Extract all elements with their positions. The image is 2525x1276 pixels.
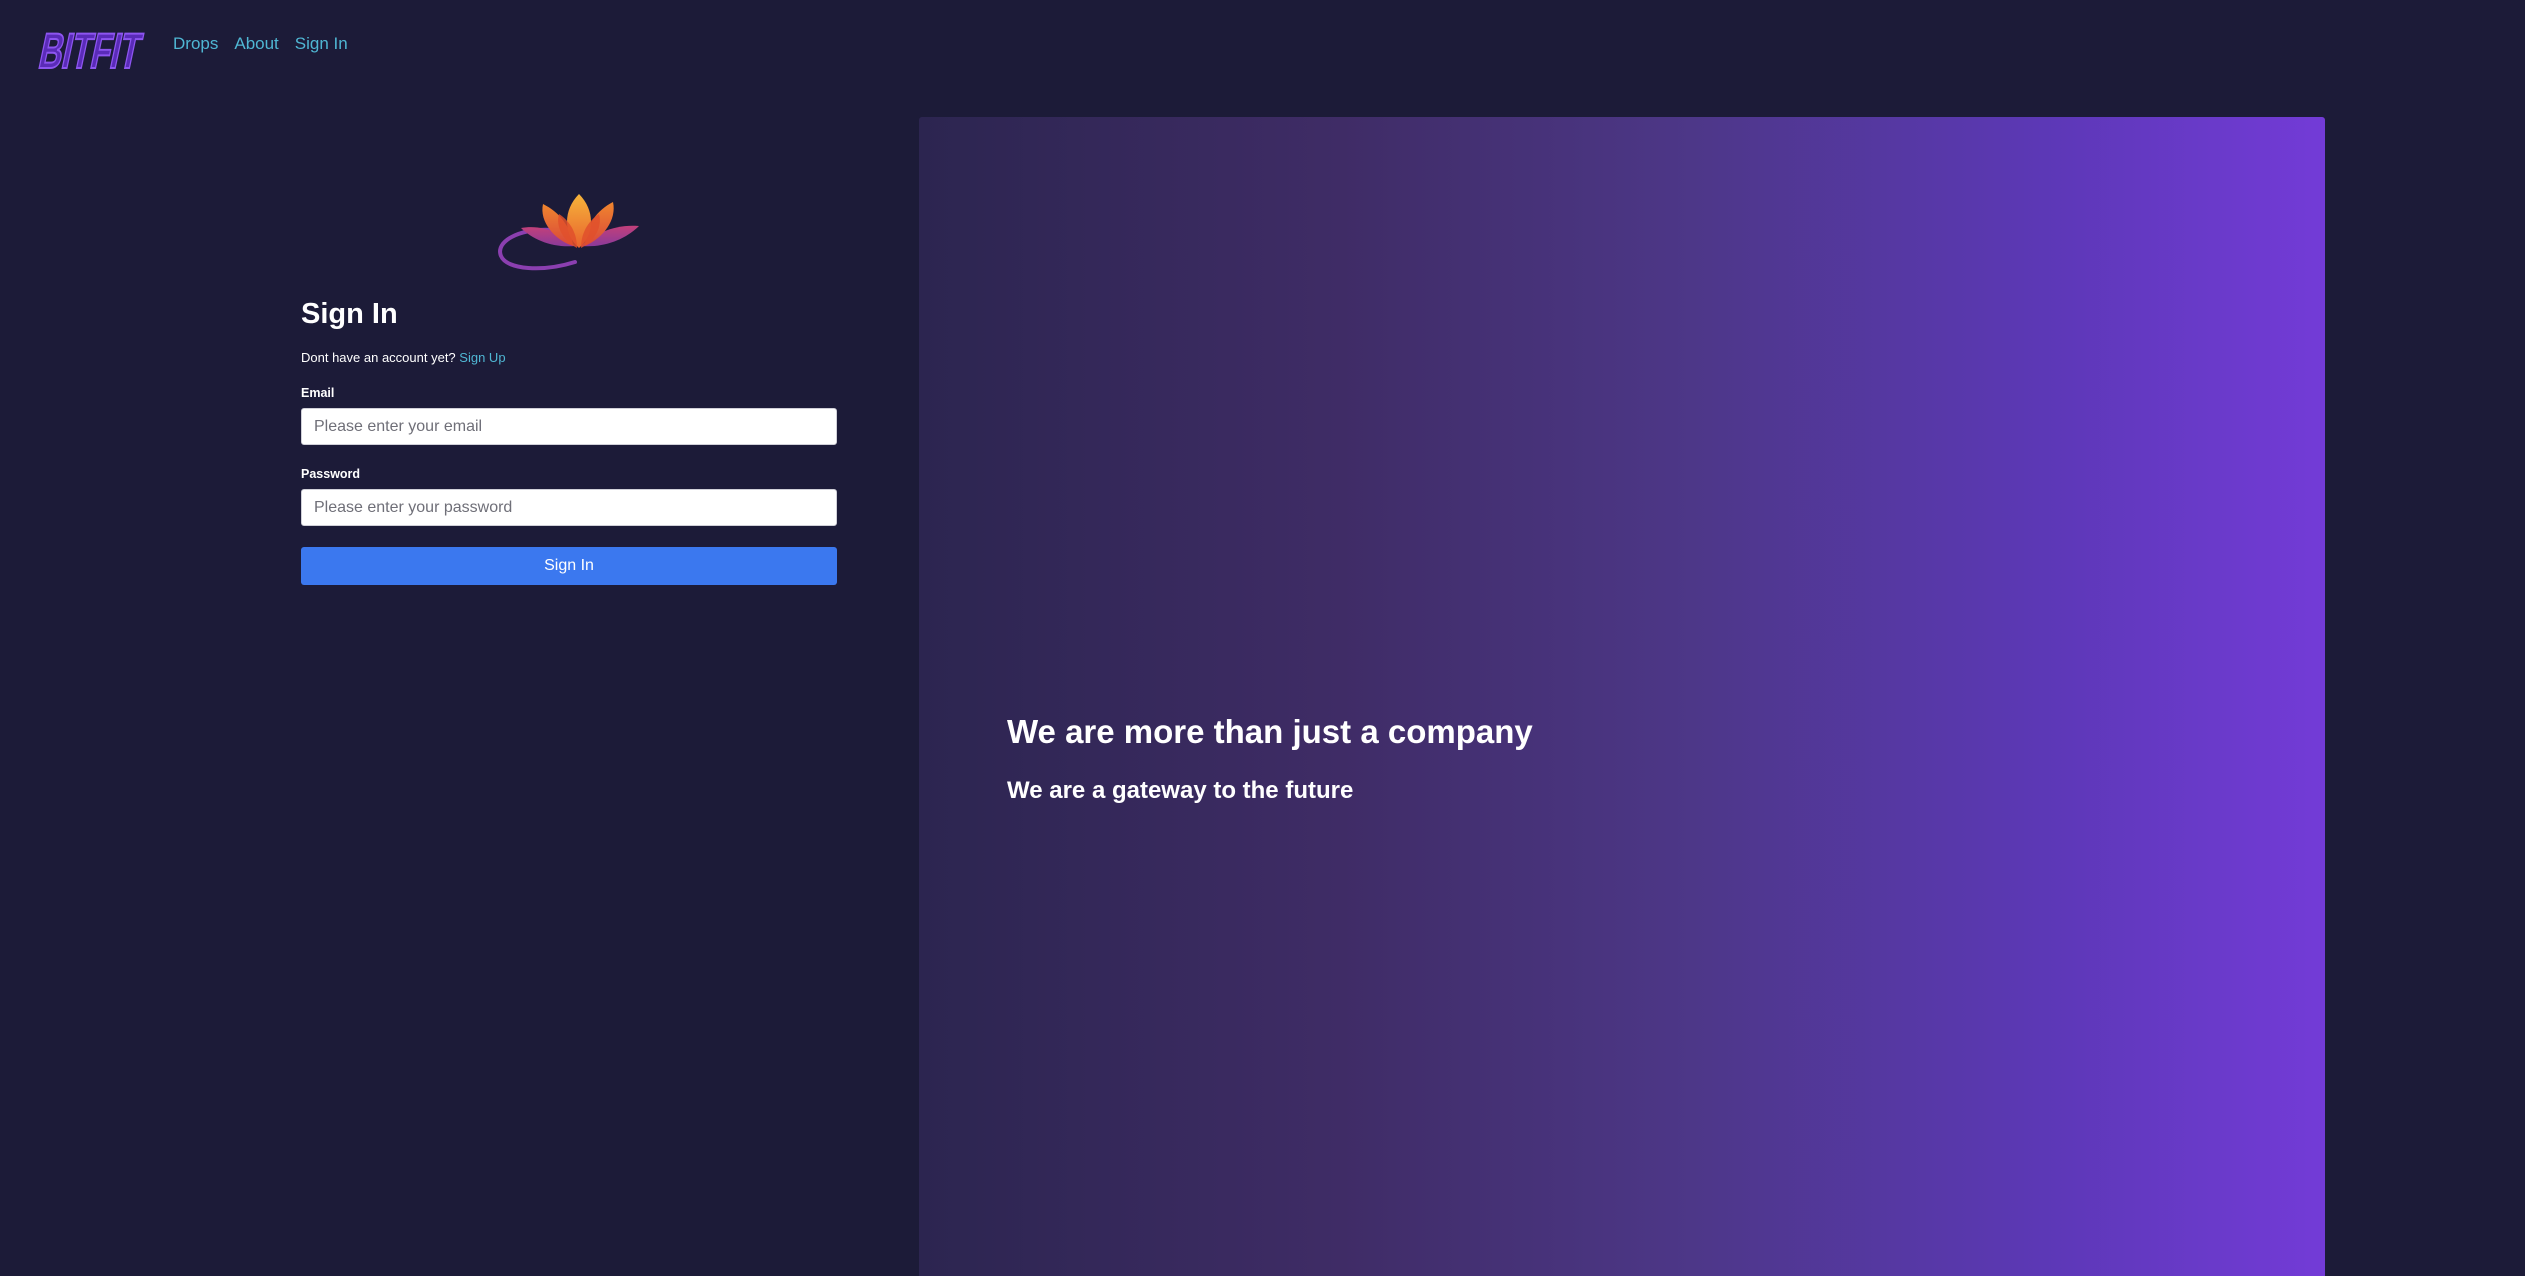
lotus-icon xyxy=(498,194,639,271)
nav-links: Drops About Sign In xyxy=(173,34,364,54)
email-field[interactable] xyxy=(301,408,837,445)
page-title: Sign In xyxy=(301,298,398,330)
sign-in-button[interactable]: Sign In xyxy=(301,547,837,585)
page: BITFIT Drops About Sign In Sign In Dont … xyxy=(0,0,2525,1276)
password-label: Password xyxy=(301,467,361,481)
hero-subtitle: We are a gateway to the future xyxy=(1007,777,1354,804)
logo-text: BITFIT xyxy=(38,23,147,76)
signup-link[interactable]: Sign Up xyxy=(459,350,505,365)
nav-link-sign-in[interactable]: Sign In xyxy=(295,34,348,54)
hero-panel: We are more than just a company We are a… xyxy=(919,117,2325,1276)
signup-prompt-text: Dont have an account yet? xyxy=(301,350,456,365)
password-field[interactable] xyxy=(301,489,837,526)
signup-prompt: Dont have an account yet? Sign Up xyxy=(301,350,506,365)
hero-title: We are more than just a company xyxy=(1007,713,1533,750)
nav-link-about[interactable]: About xyxy=(234,34,278,54)
bitfit-logo[interactable]: BITFIT xyxy=(38,16,148,76)
top-nav: BITFIT Drops About Sign In xyxy=(0,0,2525,92)
email-label: Email xyxy=(301,386,335,400)
nav-link-drops[interactable]: Drops xyxy=(173,34,218,54)
